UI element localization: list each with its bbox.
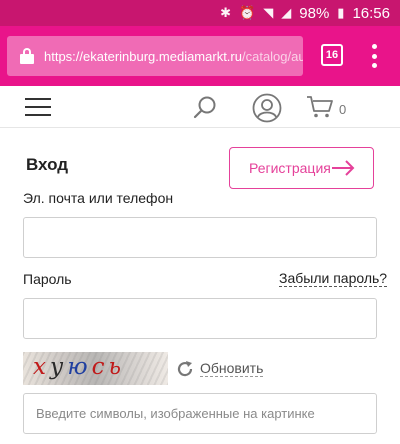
cart-count: 0: [339, 102, 347, 117]
menu-dot-icon: [371, 63, 377, 68]
hamburger-menu-icon[interactable]: [25, 98, 51, 116]
search-icon[interactable]: [193, 95, 217, 119]
register-button[interactable]: Регистрация: [229, 147, 374, 189]
password-label: Пароль: [23, 271, 72, 287]
arrow-right-icon: [332, 160, 355, 176]
captcha-text: хуюсь: [33, 354, 125, 380]
tab-switcher-button[interactable]: 16: [321, 44, 343, 66]
user-account-icon[interactable]: [252, 93, 282, 123]
captcha-input[interactable]: [23, 393, 377, 434]
wifi-icon: ◥: [263, 5, 274, 20]
email-field[interactable]: [23, 217, 377, 258]
bluetooth-icon: ✱: [220, 5, 232, 20]
site-header: 0: [0, 86, 400, 128]
menu-dot-icon: [371, 53, 377, 59]
browser-menu-button[interactable]: [370, 42, 378, 70]
alarm-icon: ⏰: [239, 5, 256, 20]
login-title: Вход: [26, 155, 69, 174]
refresh-icon[interactable]: [175, 359, 195, 379]
menu-dot-icon: [371, 44, 377, 49]
battery-icon: ▮: [337, 5, 345, 20]
password-field[interactable]: [23, 298, 377, 339]
browser-toolbar: https://ekaterinburg.mediamarkt.ru/catal…: [0, 26, 400, 86]
email-label: Эл. почта или телефон: [23, 190, 174, 206]
clock: 16:56: [352, 4, 390, 22]
cart-icon[interactable]: [306, 95, 334, 119]
address-bar[interactable]: https://ekaterinburg.mediamarkt.ru/catal…: [7, 36, 303, 76]
url-host: https://ekaterinburg.mediamarkt.ru: [44, 48, 242, 64]
status-bar: ✱ ⏰ ◥ ◢ 98% ▮ 16:56: [0, 0, 400, 26]
signal-icon: ◢: [281, 5, 292, 20]
register-button-label: Регистрация: [249, 160, 331, 176]
battery-level: 98%: [299, 4, 330, 22]
forgot-password-link[interactable]: Забыли пароль?: [279, 270, 388, 287]
url-path: /catalog/auto?utm: [241, 48, 303, 64]
refresh-captcha-link[interactable]: Обновить: [200, 360, 264, 377]
lock-icon: [20, 48, 34, 64]
captcha-image: хуюсь: [23, 352, 168, 385]
url-text[interactable]: https://ekaterinburg.mediamarkt.ru/catal…: [44, 49, 303, 64]
